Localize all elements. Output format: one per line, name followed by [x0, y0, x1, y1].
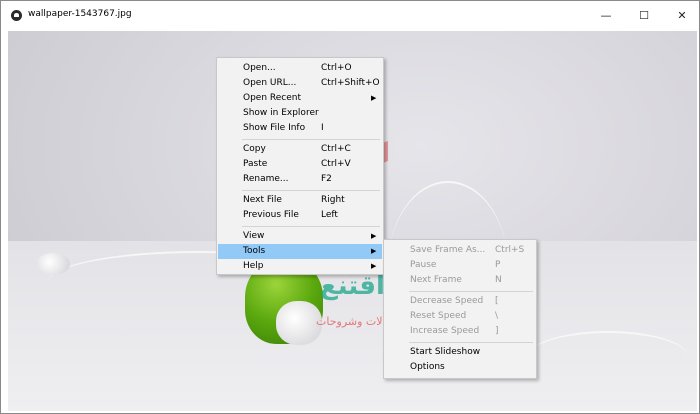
maximize-button[interactable]: ☐ [627, 1, 661, 31]
menu-item-label: Increase Speed [410, 326, 480, 336]
menu-item-label: Show in Explorer [243, 108, 319, 118]
image-viewer-window: wallpaper-1543767.jpg — ☐ ✕ اقتنع مقالات… [0, 0, 700, 414]
menu-item-decrease-speed[interactable]: Decrease Speed [ [385, 294, 535, 309]
menu-item-previous-file[interactable]: Previous File Left [218, 208, 382, 223]
app-icon [11, 10, 22, 21]
menu-item-paste[interactable]: Paste Ctrl+V [218, 157, 382, 172]
menu-item-label: Open... [243, 63, 276, 73]
submenu-arrow-icon: ▶ [371, 232, 377, 240]
menu-separator [242, 226, 380, 227]
menu-item-pause[interactable]: Pause P [385, 258, 535, 273]
menu-separator [409, 342, 533, 343]
menu-item-label: Decrease Speed [410, 296, 484, 306]
menu-item-shortcut: Ctrl+O [321, 63, 352, 73]
menu-item-label: Paste [243, 159, 268, 169]
menu-item-shortcut: ] [495, 326, 499, 336]
title-bar[interactable]: wallpaper-1543767.jpg — ☐ ✕ [1, 1, 699, 31]
menu-item-label: Help [243, 261, 264, 271]
tools-submenu: Save Frame As... Ctrl+S Pause P Next Frame… [383, 239, 537, 379]
watermark-text: اقتنع [320, 271, 385, 301]
menu-item-shortcut: Right [321, 195, 345, 205]
menu-item-view[interactable]: View ▶ [218, 229, 382, 244]
context-menu: Open... Ctrl+O Open URL... Ctrl+Shift+O Op… [216, 57, 384, 275]
menu-item-label: Rename... [243, 174, 289, 184]
menu-item-open[interactable]: Open... Ctrl+O [218, 61, 382, 76]
menu-item-reset-speed[interactable]: Reset Speed \ [385, 309, 535, 324]
close-button[interactable]: ✕ [665, 1, 699, 31]
menu-item-show-file-info[interactable]: Show File Info I [218, 121, 382, 136]
menu-item-label: Tools [243, 246, 266, 256]
submenu-arrow-icon: ▶ [371, 94, 377, 102]
submenu-arrow-icon: ▶ [371, 262, 377, 270]
menu-item-increase-speed[interactable]: Increase Speed] [385, 324, 535, 339]
menu-item-shortcut: P [495, 260, 501, 270]
menu-item-shortcut: \ [495, 311, 499, 321]
menu-item-help[interactable]: Help ▶ [218, 259, 382, 274]
menu-item-tools[interactable]: Tools ▶ [218, 244, 382, 259]
menu-item-shortcut: Ctrl+Shift+O [321, 78, 380, 88]
earphone-cable-3 [528, 331, 688, 383]
menu-item-label: Next File [243, 195, 282, 205]
menu-item-save-frame-as[interactable]: Save Frame As... Ctrl+S [385, 243, 535, 258]
window-title: wallpaper-1543767.jpg [28, 9, 132, 19]
menu-separator [242, 190, 380, 191]
menu-item-shortcut: N [495, 275, 502, 285]
menu-item-show-in-explorer[interactable]: Show in Explorer [218, 106, 382, 121]
menu-item-label: Save Frame As... [410, 245, 486, 255]
menu-item-next-frame[interactable]: Next Frame N [385, 273, 535, 288]
menu-item-open-recent[interactable]: Open Recent ▶ [218, 91, 382, 106]
menu-item-label: Previous File [243, 210, 299, 220]
menu-item-rename[interactable]: Rename... F2 [218, 172, 382, 187]
menu-item-start-slideshow[interactable]: Start Slideshow [385, 345, 535, 360]
menu-item-options[interactable]: Options [385, 360, 535, 375]
menu-item-next-file[interactable]: Next File Right [218, 193, 382, 208]
menu-item-label: Pause [410, 260, 437, 270]
menu-item-label: Copy [243, 144, 266, 154]
menu-item-label: Open Recent [243, 93, 302, 103]
menu-item-label: Options [410, 362, 445, 372]
menu-item-shortcut: Ctrl+C [321, 144, 351, 154]
minimize-button[interactable]: — [589, 1, 623, 31]
menu-item-shortcut: I [321, 123, 324, 133]
menu-item-shortcut: F2 [321, 174, 332, 184]
menu-separator [242, 139, 380, 140]
menu-item-shortcut: [ [495, 296, 499, 306]
submenu-arrow-icon: ▶ [371, 247, 377, 255]
menu-item-label: Next Frame [410, 275, 462, 285]
menu-item-label: Start Slideshow [410, 347, 481, 357]
menu-item-shortcut: Ctrl+S [495, 245, 525, 255]
menu-item-copy[interactable]: Copy Ctrl+C [218, 142, 382, 157]
menu-item-shortcut: Left [321, 210, 338, 220]
menu-item-open-url[interactable]: Open URL... Ctrl+Shift+O [218, 76, 382, 91]
menu-item-label: Reset Speed [410, 311, 467, 321]
menu-item-label: View [243, 231, 265, 241]
menu-item-label: Show File Info [243, 123, 306, 133]
menu-separator [409, 291, 533, 292]
menu-item-shortcut: Ctrl+V [321, 159, 351, 169]
menu-item-label: Open URL... [243, 78, 297, 88]
earbud-left [36, 253, 70, 275]
